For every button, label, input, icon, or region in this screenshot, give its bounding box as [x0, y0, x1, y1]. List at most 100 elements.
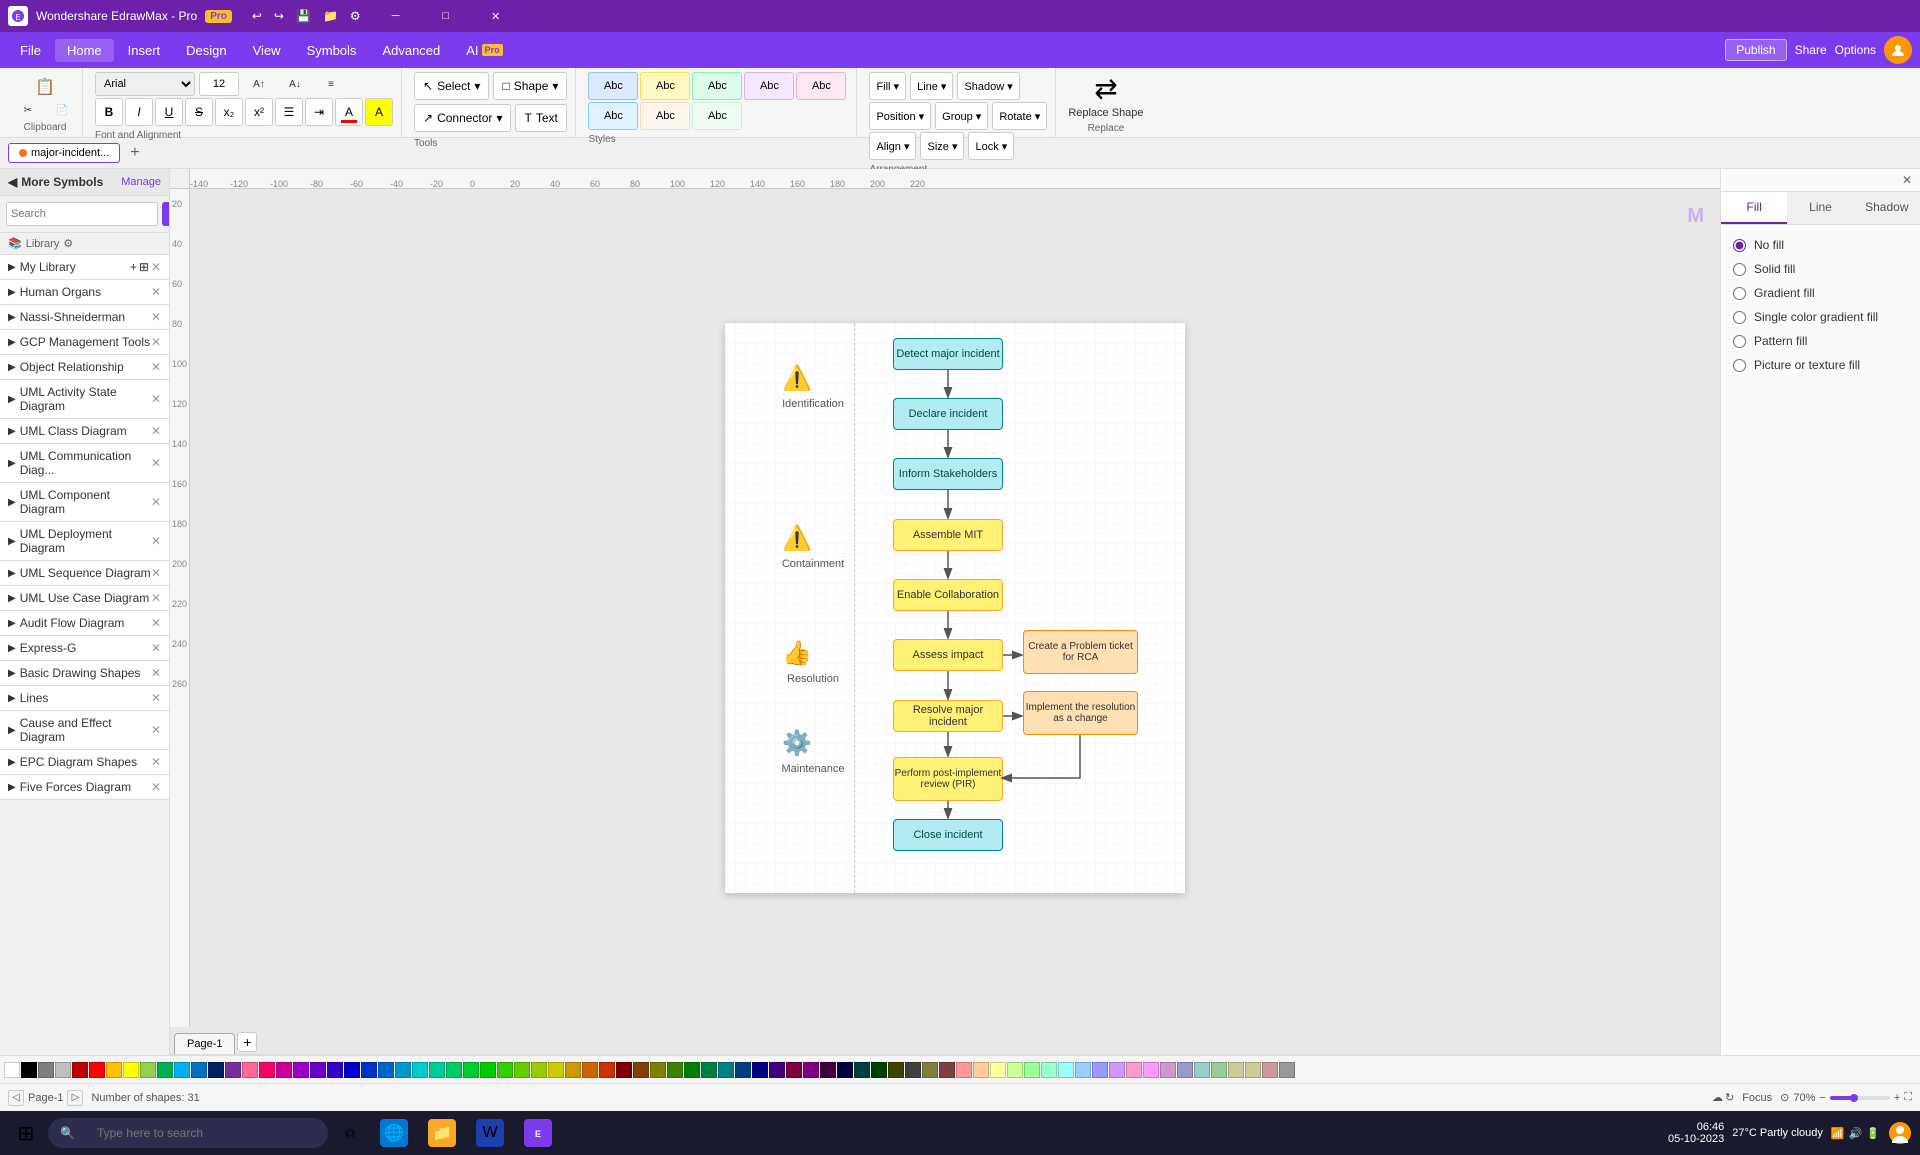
- lib-close-icon[interactable]: ✕: [151, 534, 161, 548]
- select-dropdown[interactable]: ↖ Select ▾: [414, 72, 489, 100]
- color-swatch[interactable]: [1109, 1062, 1125, 1078]
- color-btn[interactable]: A: [335, 98, 363, 126]
- color-swatch[interactable]: [395, 1062, 411, 1078]
- color-swatch[interactable]: [803, 1062, 819, 1078]
- fill-option-single-gradient[interactable]: Single color gradient fill: [1729, 305, 1912, 329]
- lib-section-my-library[interactable]: ▶ My Library +⊞✕: [0, 255, 169, 280]
- lib-section-uml-component[interactable]: ▶ UML Component Diagram ✕: [0, 483, 169, 522]
- lib-close-icon[interactable]: ✕: [151, 566, 161, 580]
- shadow-dropdown[interactable]: Shadow ▾: [957, 72, 1019, 100]
- connector-dropdown[interactable]: ↗ Connector ▾: [414, 104, 511, 132]
- system-tray[interactable]: 06:46 05-10-2023: [1668, 1121, 1724, 1145]
- lib-section-lines[interactable]: ▶ Lines ✕: [0, 686, 169, 711]
- lib-section-cause-effect[interactable]: ▶ Cause and Effect Diagram ✕: [0, 711, 169, 750]
- lib-section-audit-flow[interactable]: ▶ Audit Flow Diagram ✕: [0, 611, 169, 636]
- color-swatch[interactable]: [548, 1062, 564, 1078]
- zoom-out-btn[interactable]: −: [1819, 1092, 1825, 1104]
- lib-close-icon[interactable]: ✕: [151, 392, 161, 406]
- fill-radio-no-fill[interactable]: [1733, 239, 1746, 252]
- color-swatch[interactable]: [157, 1062, 173, 1078]
- lib-close-icon[interactable]: ✕: [151, 456, 161, 470]
- color-swatch[interactable]: [650, 1062, 666, 1078]
- lock-dropdown[interactable]: Lock ▾: [968, 132, 1014, 160]
- color-swatch[interactable]: [633, 1062, 649, 1078]
- indent-btn[interactable]: ⇥: [305, 98, 333, 126]
- size-dropdown[interactable]: Size ▾: [920, 132, 964, 160]
- undo-btn[interactable]: ↩: [248, 7, 266, 25]
- battery-icon[interactable]: 🔋: [1866, 1127, 1880, 1140]
- color-swatch[interactable]: [905, 1062, 921, 1078]
- color-swatch[interactable]: [667, 1062, 683, 1078]
- library-settings-icon[interactable]: ⚙: [63, 237, 73, 250]
- pir-box[interactable]: Perform post-implement review (PIR): [893, 757, 1003, 801]
- page-nav-next[interactable]: ▷: [67, 1090, 83, 1106]
- bold-btn[interactable]: B: [95, 98, 123, 126]
- color-swatch[interactable]: [497, 1062, 513, 1078]
- menu-view[interactable]: View: [241, 39, 293, 62]
- color-swatch[interactable]: [1194, 1062, 1210, 1078]
- menu-ai[interactable]: AI Pro: [454, 39, 514, 62]
- color-swatch[interactable]: [106, 1062, 122, 1078]
- settings-btn[interactable]: ⚙: [346, 7, 365, 25]
- lib-close-icon[interactable]: ✕: [151, 310, 161, 324]
- color-swatch[interactable]: [242, 1062, 258, 1078]
- maximize-btn[interactable]: □: [423, 0, 469, 32]
- color-swatch[interactable]: [327, 1062, 343, 1078]
- sup-btn[interactable]: x²: [245, 98, 273, 126]
- color-swatch[interactable]: [412, 1062, 428, 1078]
- color-swatch[interactable]: [89, 1062, 105, 1078]
- color-swatch[interactable]: [276, 1062, 292, 1078]
- style-preset-2[interactable]: Abc: [640, 72, 690, 100]
- fill-tab[interactable]: Fill: [1721, 192, 1787, 224]
- lib-section-object-relationship[interactable]: ▶ Object Relationship ✕: [0, 355, 169, 380]
- assess-box[interactable]: Assess impact: [893, 639, 1003, 671]
- taskbar-search-input[interactable]: [81, 1118, 301, 1148]
- underline-btn[interactable]: U: [155, 98, 183, 126]
- color-swatch[interactable]: [1262, 1062, 1278, 1078]
- menu-home[interactable]: Home: [55, 39, 114, 62]
- color-swatch[interactable]: [38, 1062, 54, 1078]
- color-swatch[interactable]: [310, 1062, 326, 1078]
- align-btn[interactable]: ≡: [315, 77, 347, 92]
- close-btn[interactable]: ✕: [473, 0, 519, 32]
- page-nav-prev[interactable]: ◁: [8, 1090, 24, 1106]
- file-tab-major-incident[interactable]: major-incident...: [8, 143, 120, 163]
- edge-app[interactable]: 🌐: [372, 1117, 416, 1149]
- fill-dropdown[interactable]: Fill ▾: [869, 72, 906, 100]
- color-swatch[interactable]: [718, 1062, 734, 1078]
- save-btn[interactable]: 💾: [292, 7, 315, 25]
- start-btn[interactable]: ⊞: [8, 1115, 44, 1151]
- color-swatch[interactable]: [701, 1062, 717, 1078]
- color-swatch[interactable]: [820, 1062, 836, 1078]
- fill-option-no-fill[interactable]: No fill: [1729, 233, 1912, 257]
- color-swatch[interactable]: [72, 1062, 88, 1078]
- lib-close-icon[interactable]: ✕: [151, 591, 161, 605]
- enable-box[interactable]: Enable Collaboration: [893, 579, 1003, 611]
- explorer-app[interactable]: 📁: [420, 1117, 464, 1149]
- shape-dropdown[interactable]: □ Shape ▾: [493, 72, 567, 100]
- lib-add-icon[interactable]: +: [130, 260, 137, 274]
- color-swatch[interactable]: [1024, 1062, 1040, 1078]
- color-swatch[interactable]: [769, 1062, 785, 1078]
- color-swatch[interactable]: [1143, 1062, 1159, 1078]
- diagram-canvas[interactable]: ⚠️ Identification ⚠️ Containment 👍 Resol…: [190, 189, 1720, 1027]
- assemble-box[interactable]: Assemble MIT: [893, 519, 1003, 551]
- word-app[interactable]: W: [468, 1117, 512, 1149]
- style-preset-7[interactable]: Abc: [640, 102, 690, 130]
- color-swatch[interactable]: [1075, 1062, 1091, 1078]
- color-swatch[interactable]: [599, 1062, 615, 1078]
- menu-file[interactable]: File: [8, 39, 53, 62]
- color-swatch[interactable]: [871, 1062, 887, 1078]
- fill-radio-single-gradient[interactable]: [1733, 311, 1746, 324]
- zoom-in-btn[interactable]: +: [1894, 1092, 1900, 1104]
- cut-btn[interactable]: ✂: [12, 103, 44, 118]
- color-swatch[interactable]: [1211, 1062, 1227, 1078]
- shadow-tab[interactable]: Shadow: [1854, 192, 1920, 224]
- lib-section-uml-use-case[interactable]: ▶ UML Use Case Diagram ✕: [0, 586, 169, 611]
- lib-close-icon[interactable]: ✕: [151, 723, 161, 737]
- color-swatch[interactable]: [123, 1062, 139, 1078]
- color-swatch[interactable]: [1228, 1062, 1244, 1078]
- lib-section-uml-activity[interactable]: ▶ UML Activity State Diagram ✕: [0, 380, 169, 419]
- lib-section-five-forces[interactable]: ▶ Five Forces Diagram ✕: [0, 775, 169, 800]
- taskbar-search-bar[interactable]: 🔍: [48, 1118, 328, 1148]
